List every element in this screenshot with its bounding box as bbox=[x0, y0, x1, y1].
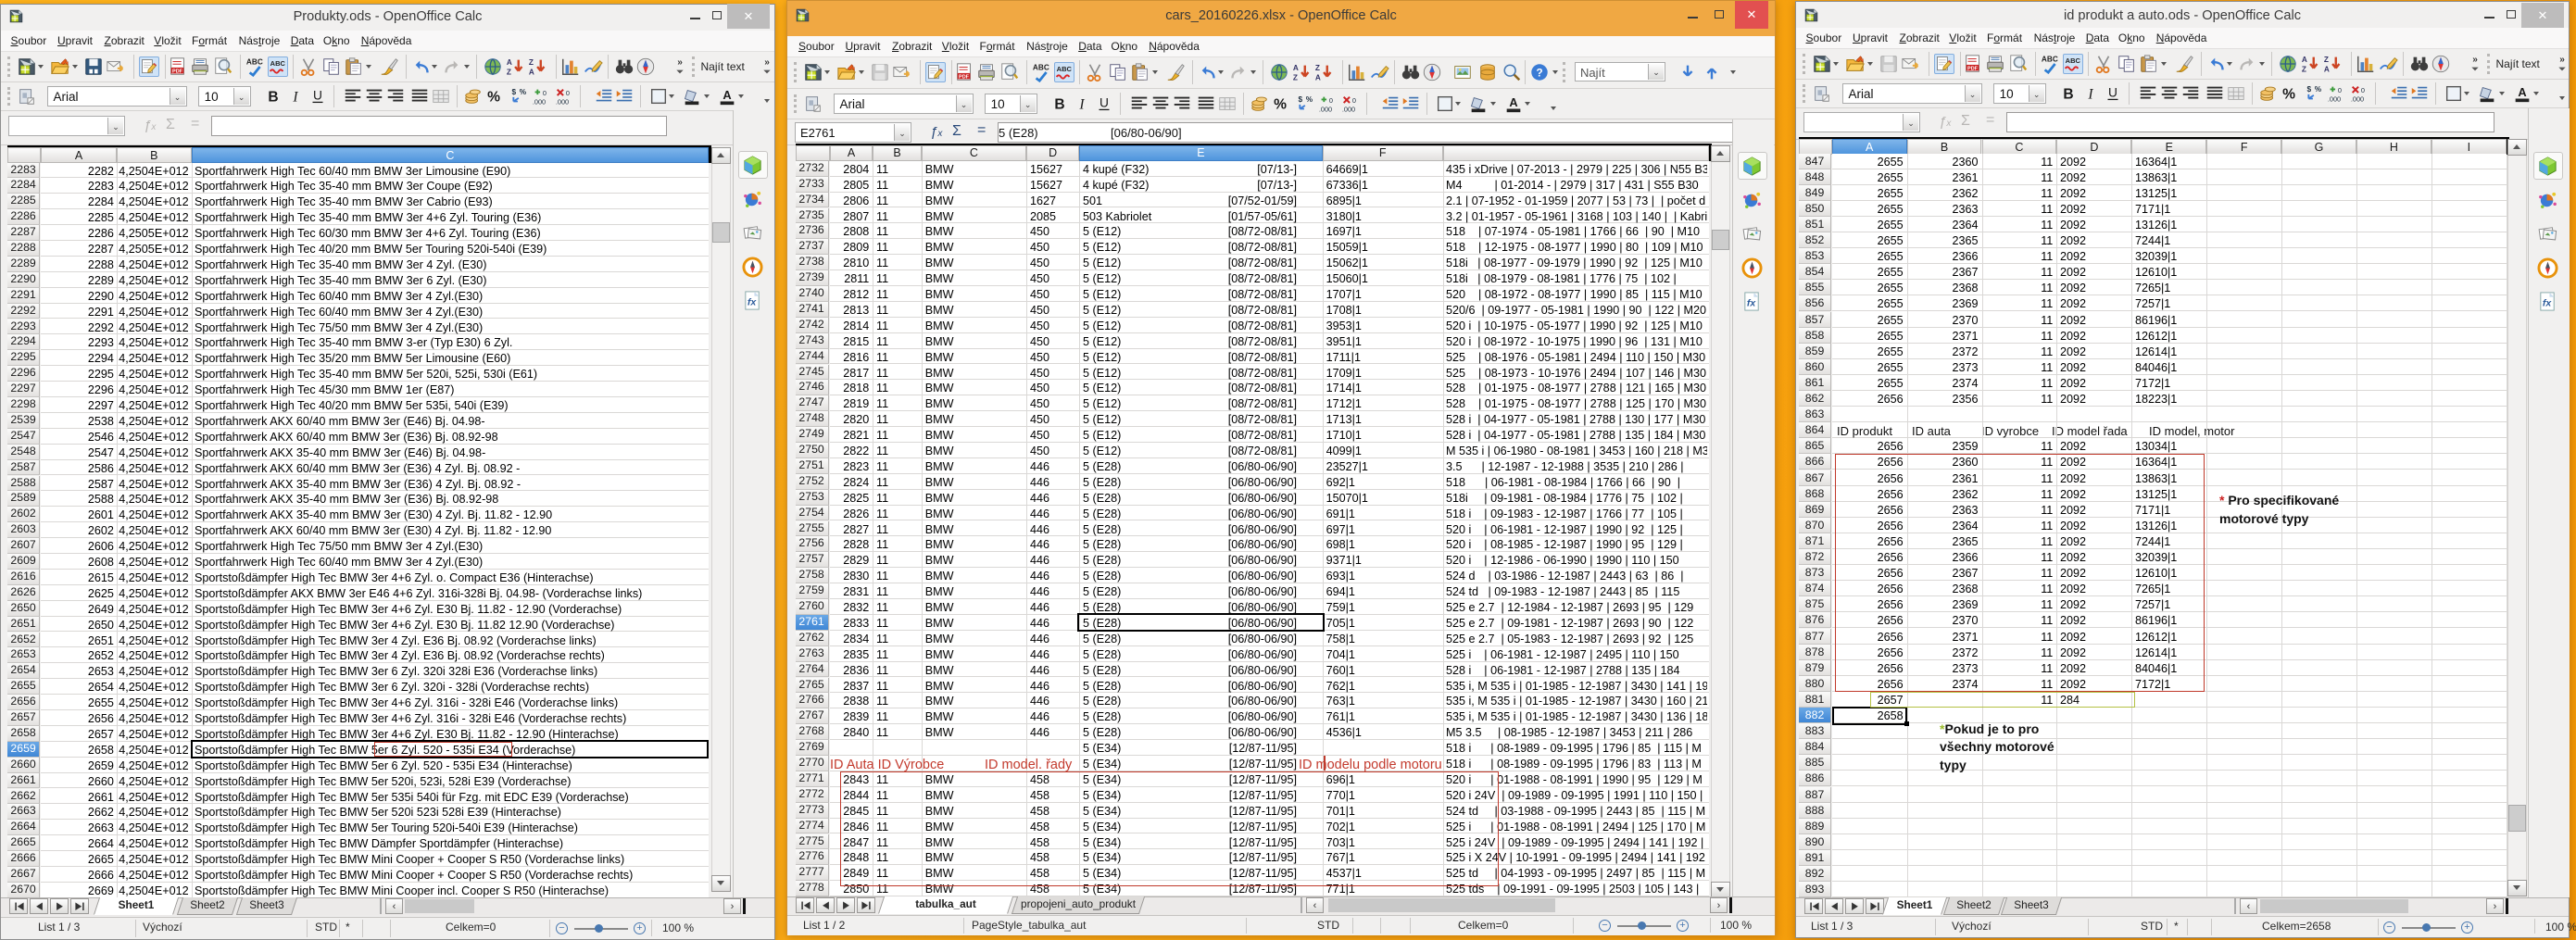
svg-text:.000: .000 bbox=[2327, 94, 2340, 103]
svg-text:A: A bbox=[2324, 65, 2330, 73]
svg-text:B: B bbox=[1054, 97, 1064, 113]
svg-text:PDF: PDF bbox=[959, 74, 970, 80]
svg-text:PDF: PDF bbox=[1967, 66, 1979, 71]
svg-text:A: A bbox=[1315, 73, 1321, 81]
svg-text:ABC: ABC bbox=[2041, 55, 2057, 63]
svg-text:0: 0 bbox=[542, 89, 546, 97]
svg-text:%: % bbox=[2282, 87, 2295, 103]
svg-text:$: $ bbox=[2307, 85, 2312, 94]
svg-text:?: ? bbox=[1536, 67, 1542, 80]
svg-text:.000: .000 bbox=[1318, 105, 1331, 113]
svg-text:0: 0 bbox=[2337, 86, 2341, 94]
svg-text:%: % bbox=[1306, 95, 1313, 104]
svg-text:ABC: ABC bbox=[1032, 63, 1049, 71]
svg-text:A: A bbox=[2519, 85, 2527, 99]
svg-text:ABC: ABC bbox=[270, 59, 286, 68]
svg-text:ABC: ABC bbox=[245, 57, 262, 66]
svg-text:%: % bbox=[487, 90, 500, 106]
svg-text:.000: .000 bbox=[556, 97, 569, 106]
svg-text:B: B bbox=[268, 90, 278, 106]
svg-text:Z: Z bbox=[2302, 65, 2306, 73]
svg-text:0: 0 bbox=[1328, 96, 1332, 105]
svg-text:$: $ bbox=[1299, 95, 1303, 104]
svg-text:Z: Z bbox=[1293, 73, 1298, 81]
svg-text:Z: Z bbox=[2324, 56, 2329, 64]
svg-text:A: A bbox=[529, 68, 534, 76]
svg-text:%: % bbox=[1274, 97, 1287, 113]
svg-text:fx: fx bbox=[1747, 297, 1757, 308]
svg-text:B: B bbox=[2063, 87, 2073, 103]
svg-text:I: I bbox=[2087, 87, 2093, 103]
svg-text:»: » bbox=[2472, 55, 2478, 65]
svg-text:0: 0 bbox=[2361, 86, 2365, 94]
svg-text:U: U bbox=[313, 89, 322, 103]
svg-text:A: A bbox=[2302, 56, 2307, 64]
svg-text:PDF: PDF bbox=[172, 69, 183, 74]
svg-text:.000: .000 bbox=[2351, 94, 2364, 103]
svg-text:A: A bbox=[507, 58, 512, 67]
svg-text:0: 0 bbox=[566, 89, 570, 97]
svg-text:%: % bbox=[520, 88, 527, 96]
svg-text:A: A bbox=[1293, 64, 1299, 72]
svg-text:»: » bbox=[677, 57, 683, 68]
svg-text:$: $ bbox=[512, 88, 517, 96]
svg-text:A: A bbox=[723, 88, 732, 102]
svg-text:Z: Z bbox=[529, 58, 534, 67]
svg-text:I: I bbox=[1078, 97, 1085, 113]
svg-text:»: » bbox=[764, 57, 770, 68]
svg-text:%: % bbox=[2315, 85, 2322, 94]
svg-text:I: I bbox=[292, 90, 298, 106]
svg-text:Z: Z bbox=[1315, 64, 1320, 72]
svg-text:ABC: ABC bbox=[1057, 65, 1073, 73]
svg-text:fx: fx bbox=[748, 296, 758, 307]
svg-text:.000: .000 bbox=[1342, 105, 1355, 113]
svg-text:Z: Z bbox=[507, 68, 511, 76]
svg-text:ABC: ABC bbox=[2066, 56, 2081, 65]
svg-text:U: U bbox=[1100, 96, 1109, 110]
svg-text:fx: fx bbox=[2543, 297, 2553, 308]
svg-text:»: » bbox=[2559, 55, 2565, 65]
svg-text:A: A bbox=[1510, 95, 1518, 109]
svg-text:0: 0 bbox=[1352, 96, 1356, 105]
svg-text:U: U bbox=[2108, 86, 2117, 100]
svg-text:.000: .000 bbox=[532, 97, 545, 106]
